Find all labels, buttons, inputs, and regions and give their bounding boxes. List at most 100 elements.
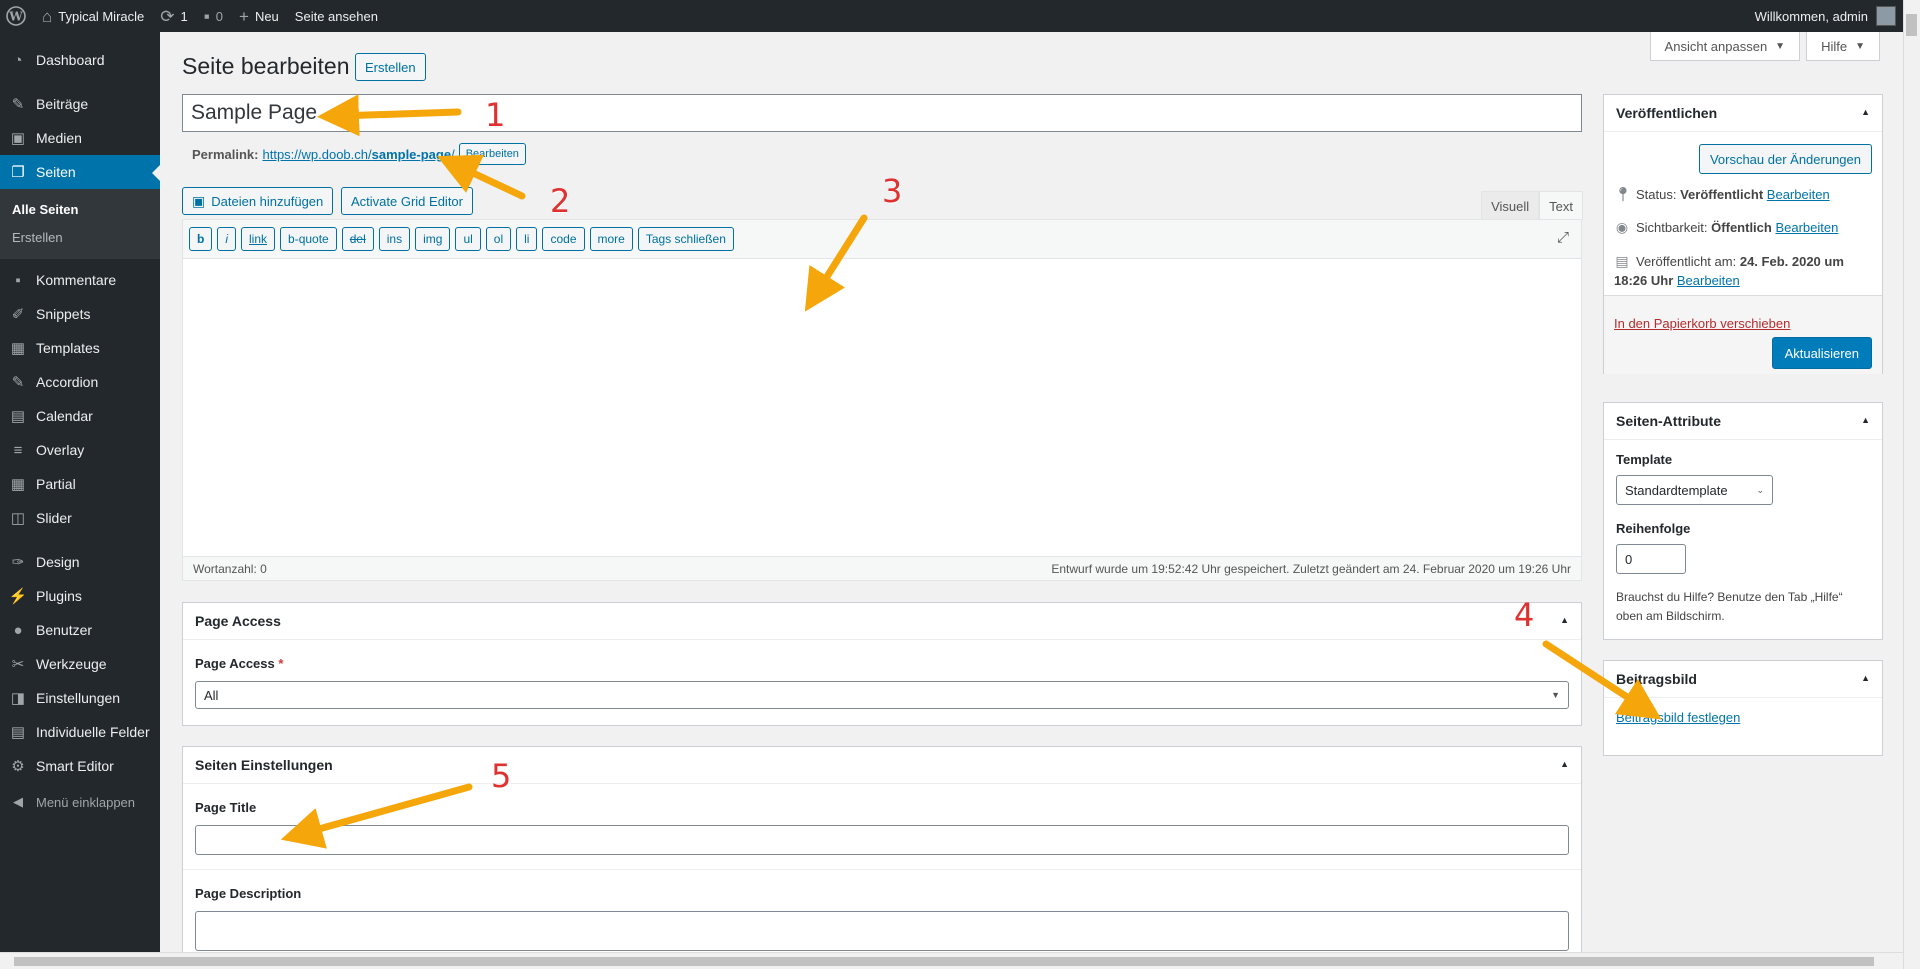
add-media-label: Dateien hinzufügen <box>211 193 324 209</box>
plugin-icon: ⚡ <box>8 588 28 605</box>
quicktag-link-button[interactable]: link <box>241 227 276 251</box>
update-button[interactable]: Aktualisieren <box>1771 337 1872 369</box>
sidebar-item-overlay[interactable]: ≡ Overlay <box>0 433 160 467</box>
plus-icon: + <box>239 6 249 26</box>
visibility-edit-link[interactable]: Bearbeiten <box>1775 220 1838 235</box>
help-button[interactable]: Hilfe ▼ <box>1806 32 1880 61</box>
status-edit-link[interactable]: Bearbeiten <box>1767 187 1830 202</box>
sidebar-item-templates[interactable]: ▦ Templates <box>0 331 160 365</box>
screen-options-button[interactable]: Ansicht anpassen ▼ <box>1649 32 1801 61</box>
publish-header[interactable]: Veröffentlichen ▲ <box>1604 95 1882 132</box>
page-access-label: Page Access * <box>195 656 284 671</box>
wordpress-logo-button[interactable]: W <box>0 0 34 32</box>
sidebar-item-calendar[interactable]: ▤ Calendar <box>0 399 160 433</box>
quicktag-close-tags-button[interactable]: Tags schließen <box>637 227 734 251</box>
comment-icon: ▪ <box>15 271 21 289</box>
sidebar-item-label: Benutzer <box>36 622 93 638</box>
dashboard-icon: ◔ <box>13 51 23 69</box>
submenu-item-all-pages[interactable]: Alle Seiten <box>0 195 160 223</box>
caret-down-icon: ▼ <box>1775 40 1786 52</box>
sidebar-item-slider[interactable]: ◫ Slider <box>0 501 160 535</box>
comments-link[interactable]: ▪ 0 <box>196 0 231 32</box>
sidebar-item-partial[interactable]: ▦ Partial <box>0 467 160 501</box>
brush-icon: ✑ <box>11 554 25 571</box>
quicktag-more-button[interactable]: more <box>589 227 633 251</box>
quicktag-bold-button[interactable]: b <box>189 227 213 251</box>
move-to-trash-link[interactable]: In den Papierkorb verschieben <box>1614 316 1790 331</box>
sidebar-item-accordion[interactable]: ✎ Accordion <box>0 365 160 399</box>
collapse-toggle-icon[interactable]: ▲ <box>1861 107 1870 117</box>
account-menu[interactable]: Willkommen, admin <box>1755 0 1896 32</box>
sidebar-item-label: Calendar <box>36 408 93 424</box>
quicktag-li-button[interactable]: li <box>516 227 538 251</box>
sidebar-item-posts[interactable]: ✎ Beiträge <box>0 87 160 121</box>
permalink-edit-button[interactable]: Bearbeiten <box>458 143 526 165</box>
page-settings-header[interactable]: Seiten Einstellungen ▲ <box>183 747 1581 784</box>
add-media-button[interactable]: ▣ Dateien hinzufügen <box>182 187 334 215</box>
quicktag-ins-button[interactable]: ins <box>378 227 411 251</box>
tab-text[interactable]: Text <box>1539 191 1583 221</box>
tab-visual[interactable]: Visuell <box>1481 191 1540 221</box>
sidebar-item-label: Snippets <box>36 306 91 322</box>
quicktag-ol-button[interactable]: ol <box>485 227 512 251</box>
grid-editor-button[interactable]: Activate Grid Editor <box>341 187 473 215</box>
sidebar-item-settings[interactable]: ◨ Einstellungen <box>0 681 160 715</box>
scrollbar-thumb[interactable] <box>1906 14 1917 36</box>
quicktag-del-button[interactable]: del <box>341 227 374 251</box>
featured-image-header[interactable]: Beitragsbild ▲ <box>1604 661 1882 698</box>
sidebar-item-pages[interactable]: ❐ Seiten <box>0 155 160 189</box>
page-access-header[interactable]: Page Access ▲ <box>183 603 1581 640</box>
sidebar-item-design[interactable]: ✑ Design <box>0 545 160 579</box>
admin-bar: W ⌂ Typical Miracle ⟳ 1 ▪ 0 + Neu Seite … <box>0 0 1920 32</box>
scrollbar-thumb[interactable] <box>14 957 1874 966</box>
published-edit-link[interactable]: Bearbeiten <box>1677 273 1740 288</box>
sidebar-item-label: Einstellungen <box>36 690 121 706</box>
quicktag-ul-button[interactable]: ul <box>455 227 481 251</box>
quicktag-blockquote-button[interactable]: b-quote <box>280 227 337 251</box>
permalink-link[interactable]: https://wp.doob.ch/sample-page/ <box>262 147 454 162</box>
title-input[interactable]: Sample Page <box>182 94 1582 132</box>
annotation-number-2: 2 <box>550 182 571 220</box>
permalink-url-end: / <box>451 146 455 162</box>
new-content-link[interactable]: + Neu <box>231 0 287 32</box>
vertical-scrollbar[interactable] <box>1903 0 1920 969</box>
sidebar-item-users[interactable]: ● Benutzer <box>0 613 160 647</box>
horizontal-scrollbar[interactable] <box>0 952 1903 969</box>
page-access-select[interactable]: All ▼ <box>195 681 1569 709</box>
page-description-field[interactable] <box>195 911 1569 951</box>
sidebar-item-custom-fields[interactable]: ▤ Individuelle Felder <box>0 715 160 749</box>
collapse-toggle-icon[interactable]: ▲ <box>1560 615 1569 625</box>
fullscreen-icon[interactable]: ⤢ <box>1557 229 1569 246</box>
collapse-toggle-icon[interactable]: ▲ <box>1861 415 1870 425</box>
collapse-toggle-icon[interactable]: ▲ <box>1861 673 1870 683</box>
collapse-menu-label: Menü einklappen <box>36 794 136 810</box>
view-page-link[interactable]: Seite ansehen <box>287 0 386 32</box>
add-new-button[interactable]: Erstellen <box>355 53 426 81</box>
set-featured-image-link[interactable]: Beitragsbild festlegen <box>1616 710 1740 725</box>
quicktag-code-button[interactable]: code <box>542 227 585 251</box>
sidebar-item-dashboard[interactable]: ◔ Dashboard <box>0 43 160 77</box>
quicktag-italic-button[interactable]: i <box>217 227 237 251</box>
sidebar-item-tools[interactable]: ✂ Werkzeuge <box>0 647 160 681</box>
submenu-item-add-new[interactable]: Erstellen <box>0 223 160 251</box>
caret-down-icon: ▼ <box>1551 690 1560 700</box>
gear-icon: ⚙ <box>11 758 25 775</box>
order-input[interactable]: 0 <box>1616 544 1686 574</box>
collapse-toggle-icon[interactable]: ▲ <box>1560 759 1569 769</box>
sidebar-item-smart-editor[interactable]: ⚙ Smart Editor <box>0 749 160 783</box>
pin-icon: ✎ <box>11 374 25 391</box>
page-title-field[interactable] <box>195 825 1569 855</box>
updates-link[interactable]: ⟳ 1 <box>152 0 195 32</box>
preview-changes-button[interactable]: Vorschau der Änderungen <box>1698 144 1872 174</box>
pages-icon: ❐ <box>11 164 25 181</box>
site-name-link[interactable]: ⌂ Typical Miracle <box>34 0 152 32</box>
collapse-menu-button[interactable]: ◀ Menü einklappen <box>0 785 160 819</box>
sidebar-item-plugins[interactable]: ⚡ Plugins <box>0 579 160 613</box>
editor-textarea[interactable] <box>183 259 1581 557</box>
template-select[interactable]: Standardtemplate ⌄ <box>1616 475 1773 505</box>
quicktag-img-button[interactable]: img <box>415 227 451 251</box>
sidebar-item-comments[interactable]: ▪ Kommentare <box>0 263 160 297</box>
page-attributes-header[interactable]: Seiten-Attribute ▲ <box>1604 403 1882 440</box>
sidebar-item-media[interactable]: ▣ Medien <box>0 121 160 155</box>
sidebar-item-snippets[interactable]: ✐ Snippets <box>0 297 160 331</box>
